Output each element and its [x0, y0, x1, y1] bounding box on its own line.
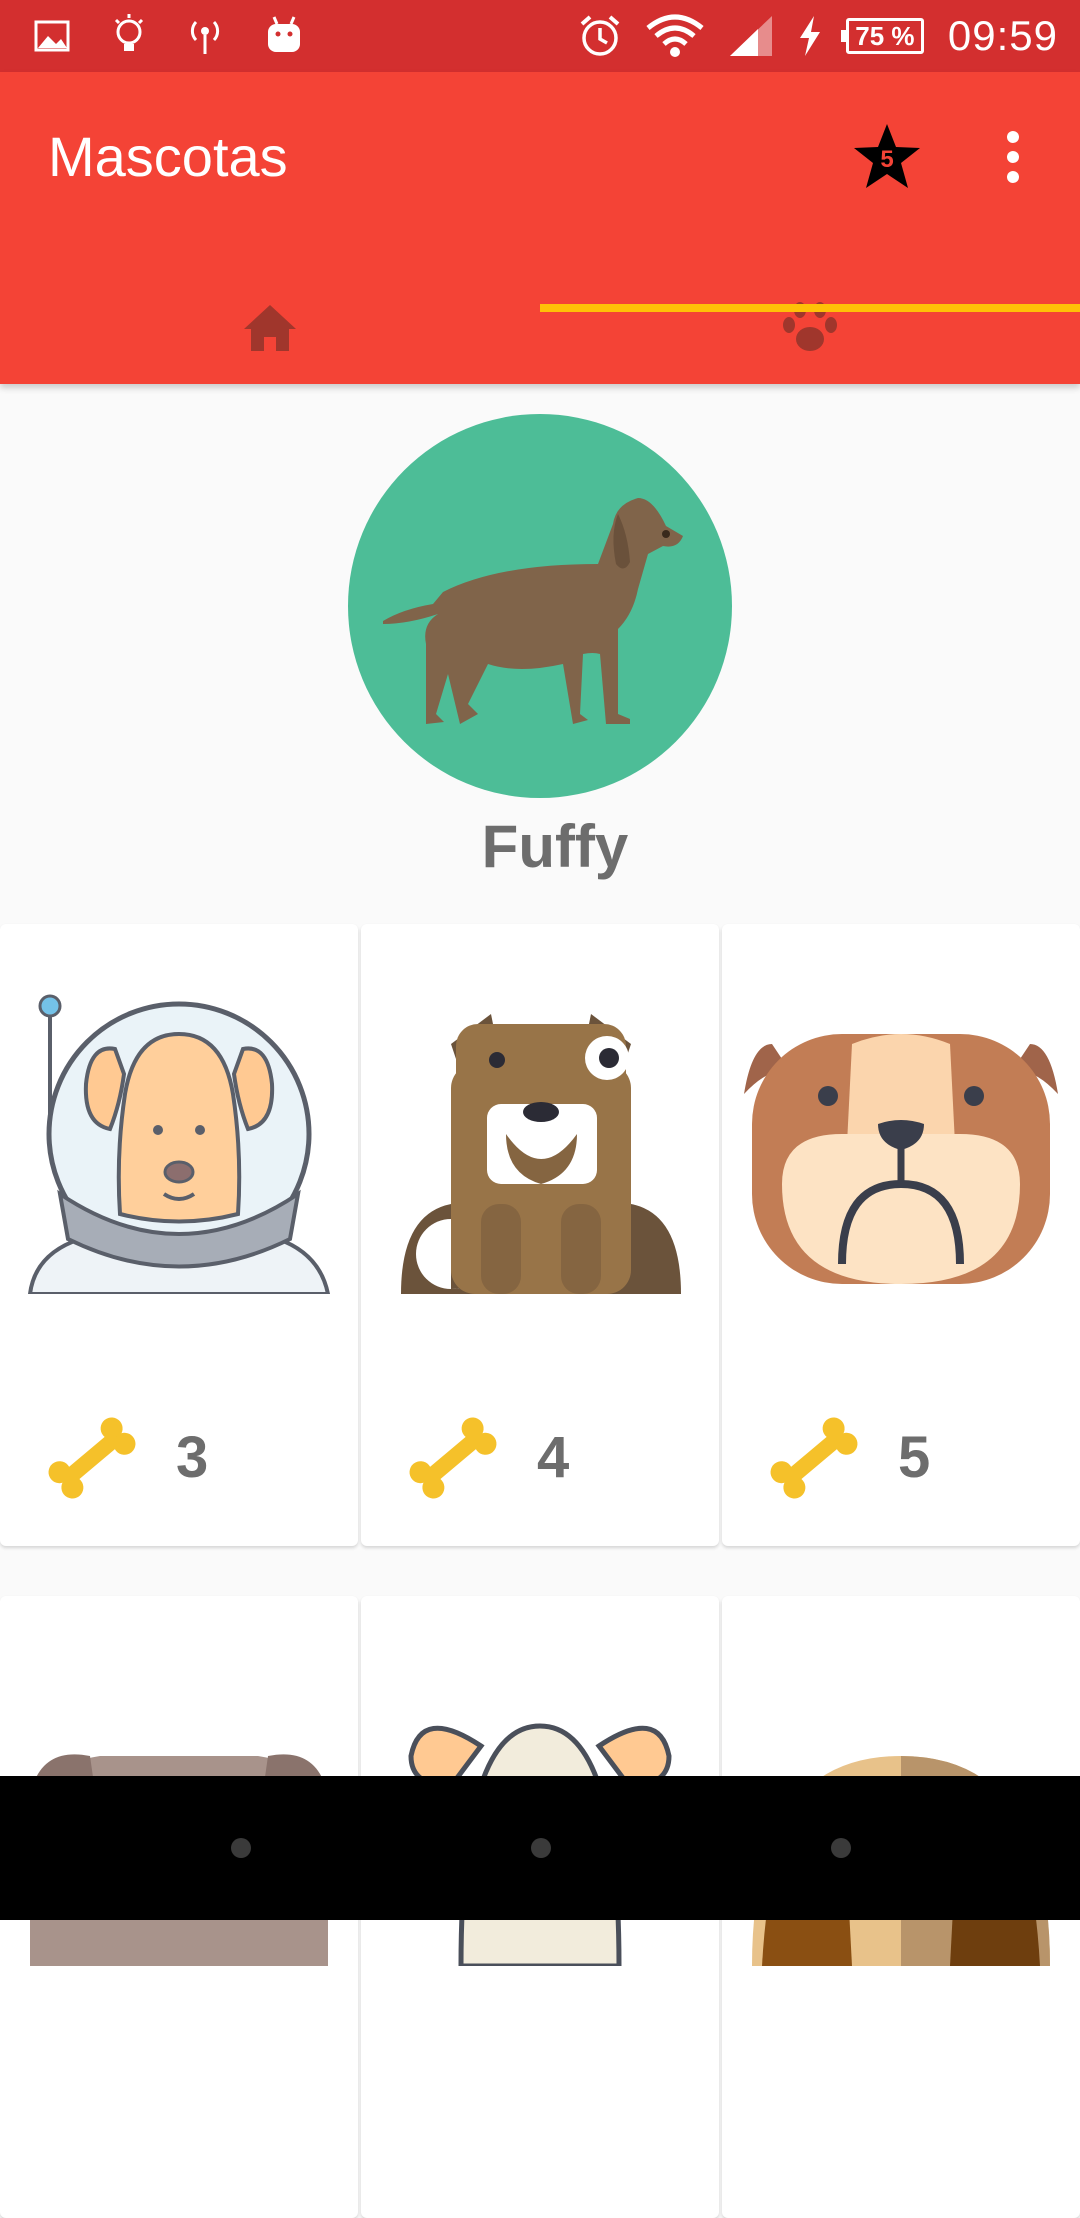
- home-icon: [244, 305, 296, 351]
- star-badge-count: 5: [880, 146, 893, 173]
- pet-card[interactable]: 4: [361, 924, 719, 1546]
- overflow-menu-button[interactable]: [995, 127, 1031, 187]
- astronaut-dog-icon: [27, 994, 331, 1294]
- brown-dog-icon: [401, 1014, 681, 1294]
- android-icon: [266, 16, 302, 56]
- clock: 09:59: [947, 12, 1058, 59]
- navigation-bar: [0, 1776, 1080, 1920]
- nav-back-button[interactable]: [231, 1838, 251, 1858]
- alarm-icon: [578, 14, 622, 58]
- bone-icon: [770, 1417, 858, 1499]
- app-title: Mascotas: [48, 125, 288, 188]
- tab-bar: [0, 272, 1080, 384]
- pet-avatar: [348, 414, 732, 798]
- charging-icon: [798, 16, 822, 56]
- lightbulb-icon: [114, 14, 144, 58]
- pet-name: Fuffy: [481, 813, 629, 880]
- wifi-icon: [646, 14, 704, 58]
- dog-avatar-icon: [348, 414, 732, 798]
- bulldog-icon: [744, 1034, 1058, 1284]
- tab-pets[interactable]: [540, 272, 1080, 384]
- like-count: 4: [537, 1425, 570, 1490]
- nav-recents-button[interactable]: [831, 1838, 851, 1858]
- image-icon: [34, 20, 70, 52]
- nav-home-button[interactable]: [531, 1838, 551, 1858]
- pet-card[interactable]: 3: [0, 924, 358, 1546]
- app-bar: Mascotas 5: [0, 72, 1080, 384]
- battery-percent: 75 %: [855, 20, 915, 51]
- star-icon: 5: [854, 124, 920, 188]
- more-vert-icon: [1007, 131, 1019, 183]
- bone-icon: [48, 1417, 136, 1499]
- battery-indicator: 75 %: [840, 18, 924, 54]
- favorites-button[interactable]: 5: [852, 122, 922, 192]
- status-bar: 75 % 09:59: [0, 0, 1080, 72]
- like-count: 5: [898, 1425, 931, 1490]
- tab-home[interactable]: [0, 272, 540, 384]
- hotspot-icon: [188, 16, 222, 56]
- bone-icon: [409, 1417, 497, 1499]
- tab-indicator: [540, 304, 1080, 312]
- signal-icon: [728, 14, 774, 58]
- pet-card[interactable]: 5: [722, 924, 1080, 1546]
- like-count: 3: [176, 1425, 209, 1490]
